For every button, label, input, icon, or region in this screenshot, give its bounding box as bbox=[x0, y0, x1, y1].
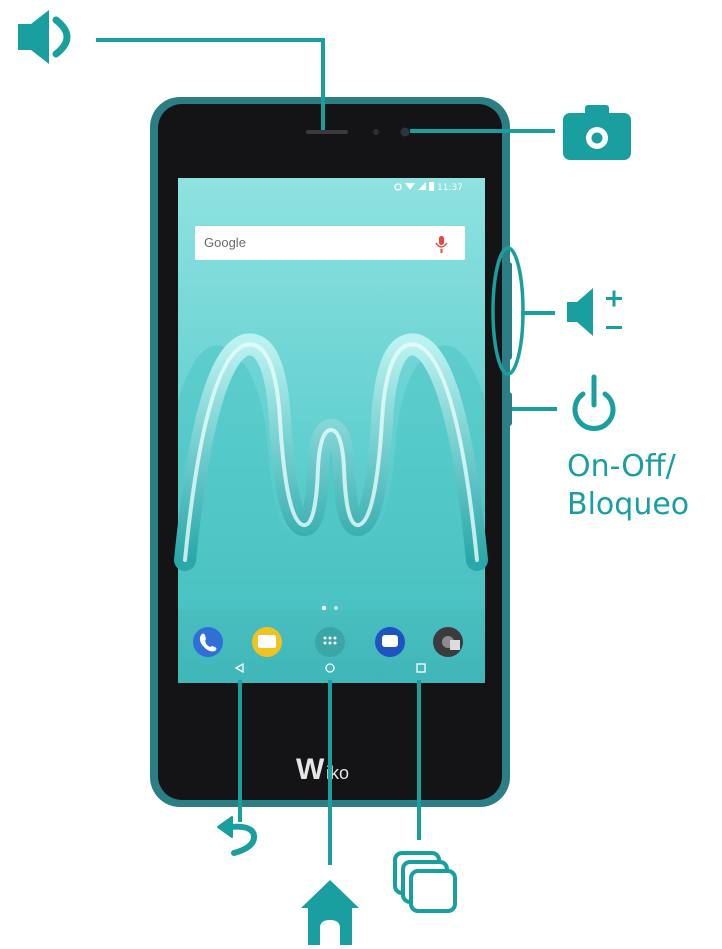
page-dot-2 bbox=[333, 605, 339, 611]
battery-icon bbox=[429, 182, 434, 191]
proximity-sensor bbox=[373, 129, 379, 135]
power-label-line1: On-Off/ bbox=[567, 449, 676, 484]
google-logo: Google bbox=[204, 235, 246, 250]
earpiece bbox=[306, 130, 348, 134]
phone-app-icon[interactable] bbox=[193, 627, 223, 657]
status-time: 11:37 bbox=[437, 183, 463, 193]
speaker-icon bbox=[18, 10, 71, 64]
page-dot-1 bbox=[321, 605, 327, 611]
volume-icon bbox=[567, 288, 622, 336]
google-search-bar[interactable]: Google bbox=[195, 226, 465, 260]
power-icon bbox=[572, 374, 616, 431]
phone-diagram: 11:37 Google W iko On-Off/ Bloqueo bbox=[0, 0, 722, 945]
back-arrow-icon bbox=[217, 816, 258, 856]
power-key bbox=[505, 392, 512, 426]
power-label-line2: Bloqueo bbox=[567, 487, 690, 522]
camera-app-icon[interactable] bbox=[433, 627, 463, 657]
home-icon bbox=[301, 880, 359, 945]
camera-icon bbox=[563, 105, 631, 160]
front-camera bbox=[400, 127, 410, 137]
volume-rocker bbox=[505, 262, 512, 360]
chat-app-icon[interactable] bbox=[375, 627, 405, 657]
recent-apps-icon bbox=[393, 851, 457, 913]
brand-w: W bbox=[296, 753, 325, 786]
messages-app-icon[interactable] bbox=[252, 627, 282, 657]
app-drawer-icon[interactable] bbox=[315, 627, 345, 657]
